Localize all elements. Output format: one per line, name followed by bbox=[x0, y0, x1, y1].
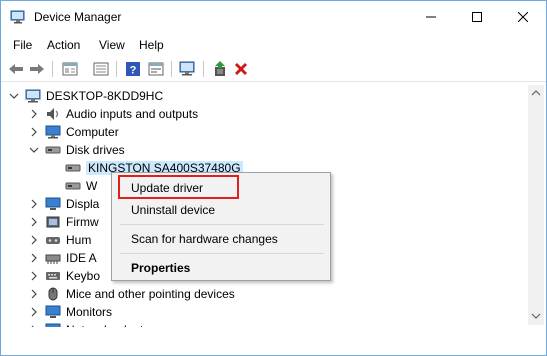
tree-item-label: W bbox=[86, 179, 98, 193]
computer-icon bbox=[45, 125, 61, 139]
chevron-right-icon[interactable] bbox=[29, 271, 39, 281]
computer-icon bbox=[25, 89, 41, 103]
uninstall-x-icon[interactable] bbox=[232, 60, 250, 78]
help-icon[interactable]: ? bbox=[124, 60, 142, 78]
tree-item-computer[interactable]: Computer bbox=[29, 123, 119, 141]
chevron-right-icon[interactable] bbox=[29, 235, 39, 245]
monitor-icon bbox=[45, 305, 61, 319]
mouse-icon bbox=[45, 287, 61, 301]
title-bar: Device Manager bbox=[1, 1, 546, 33]
speaker-icon bbox=[45, 107, 61, 121]
chevron-right-icon[interactable] bbox=[29, 109, 39, 119]
keyboard-icon bbox=[45, 269, 61, 283]
device-view-icon[interactable] bbox=[147, 60, 165, 78]
toolbar: ? bbox=[1, 57, 546, 82]
tree-item-firmware[interactable]: Firmw bbox=[29, 213, 99, 231]
hid-icon bbox=[45, 233, 61, 247]
chevron-right-icon[interactable] bbox=[29, 289, 39, 299]
back-arrow-icon[interactable] bbox=[7, 60, 25, 78]
forward-arrow-icon[interactable] bbox=[28, 60, 46, 78]
tree-root-label: DESKTOP-8KDD9HC bbox=[46, 89, 164, 103]
tree-item-label: Hum bbox=[66, 233, 92, 247]
tree-item-label: Computer bbox=[66, 125, 119, 139]
disk-icon bbox=[65, 179, 81, 193]
monitor-icon bbox=[45, 197, 61, 211]
chevron-down-icon[interactable] bbox=[9, 91, 19, 101]
chevron-right-icon[interactable] bbox=[29, 127, 39, 137]
chevron-down-icon[interactable] bbox=[29, 145, 39, 155]
chevron-right-icon[interactable] bbox=[29, 307, 39, 317]
menu-file[interactable]: File bbox=[13, 38, 32, 52]
enable-device-icon[interactable] bbox=[211, 60, 229, 78]
chevron-right-icon[interactable] bbox=[29, 253, 39, 263]
list-view-icon[interactable] bbox=[92, 60, 110, 78]
tree-item-label: Firmw bbox=[66, 215, 99, 229]
tree-item-ide[interactable]: IDE A bbox=[29, 249, 97, 267]
close-button[interactable] bbox=[500, 1, 546, 33]
toolbar-separator bbox=[171, 61, 172, 77]
disk-icon bbox=[45, 143, 61, 157]
disk-icon bbox=[65, 161, 81, 175]
tree-item-label: Displa bbox=[66, 197, 100, 211]
menu-action[interactable]: Action bbox=[47, 38, 80, 52]
maximize-button[interactable] bbox=[454, 1, 500, 33]
toolbar-separator bbox=[203, 61, 204, 77]
properties-icon[interactable] bbox=[61, 60, 79, 78]
tree-item-label: Keybo bbox=[66, 269, 101, 283]
menu-separator bbox=[120, 253, 324, 254]
chevron-right-icon[interactable] bbox=[29, 199, 39, 209]
tree-item-second-disk[interactable]: W bbox=[65, 177, 97, 195]
chevron-right-icon[interactable] bbox=[29, 217, 39, 227]
firmware-icon bbox=[45, 215, 61, 229]
tree-item-keyboards[interactable]: Keybo bbox=[29, 267, 100, 285]
tree-item-hid[interactable]: Hum bbox=[29, 231, 91, 249]
properties-menu-item[interactable]: Properties bbox=[131, 261, 190, 275]
monitor-scan-icon[interactable] bbox=[179, 60, 197, 78]
toolbar-separator bbox=[116, 61, 117, 77]
uninstall-device-menu-item[interactable]: Uninstall device bbox=[131, 203, 215, 217]
scan-hardware-menu-item[interactable]: Scan for hardware changes bbox=[131, 232, 278, 246]
menu-bar: File Action View Help bbox=[1, 35, 546, 55]
tree-item-display[interactable]: Displa bbox=[29, 195, 99, 213]
tree-item-label: IDE A bbox=[66, 251, 97, 265]
menu-separator bbox=[120, 224, 324, 225]
svg-text:?: ? bbox=[130, 65, 137, 77]
device-manager-app-icon bbox=[10, 10, 26, 24]
device-manager-window: Device Manager File Action View Help ? D… bbox=[0, 0, 547, 356]
menu-help[interactable]: Help bbox=[139, 38, 164, 52]
menu-view[interactable]: View bbox=[99, 38, 125, 52]
minimize-button[interactable] bbox=[408, 1, 454, 33]
tree-item-label: Monitors bbox=[66, 305, 113, 319]
toolbar-separator bbox=[52, 61, 53, 77]
horizontal-scrollbar[interactable] bbox=[5, 327, 526, 349]
tree-item-disk-drives[interactable]: Disk drives bbox=[29, 141, 125, 159]
tree-item-label: Audio inputs and outputs bbox=[66, 107, 199, 121]
vertical-scrollbar[interactable] bbox=[528, 85, 544, 325]
tree-item-label: Mice and other pointing devices bbox=[66, 287, 235, 301]
highlight-annotation bbox=[118, 175, 239, 199]
tree-root[interactable]: DESKTOP-8KDD9HC bbox=[9, 87, 163, 105]
tree-item-audio[interactable]: Audio inputs and outputs bbox=[29, 105, 198, 123]
tree-item-label: Disk drives bbox=[66, 143, 125, 157]
ide-icon bbox=[45, 251, 61, 265]
window-title: Device Manager bbox=[34, 10, 122, 24]
tree-item-monitors[interactable]: Monitors bbox=[29, 303, 112, 321]
tree-item-mice[interactable]: Mice and other pointing devices bbox=[29, 285, 235, 303]
